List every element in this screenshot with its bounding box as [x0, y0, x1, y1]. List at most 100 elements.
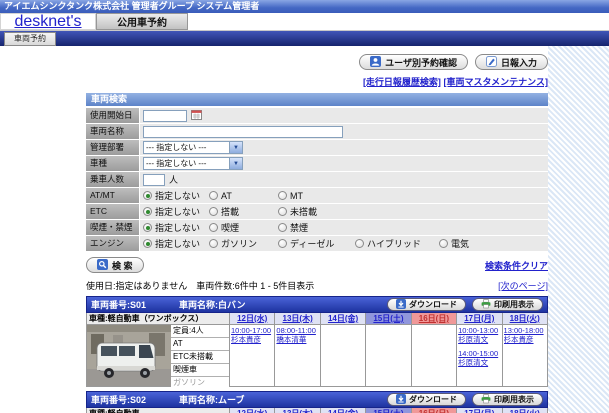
company-title: アイエムシンクタンク株式会社 管理者グループ システム管理者	[4, 1, 260, 11]
title-bar: アイエムシンクタンク株式会社 管理者グループ システム管理者	[0, 0, 609, 13]
radio-option[interactable]: 指定しない	[143, 221, 205, 234]
print-view-button[interactable]: 印刷用表示	[472, 393, 543, 406]
reservation-user-link[interactable]: 杉本貴彦	[231, 335, 274, 344]
toolbar: ユーザ別予約確認 日報入力	[86, 54, 548, 70]
day-link[interactable]: 12日(水)	[237, 314, 267, 323]
field-label: 管理部署	[86, 140, 139, 155]
radio-icon	[278, 223, 287, 232]
form-row-car-type: 車種 --- 指定しない --- ▼	[86, 156, 548, 171]
radio-option[interactable]: 未搭載	[278, 205, 351, 218]
reservation-time-link[interactable]: 10:00-17:00	[231, 326, 274, 335]
form-row-start-date: 使用開始日	[86, 108, 548, 123]
app-tab[interactable]: 公用車予約	[96, 13, 188, 30]
day-link[interactable]: 16日(日)	[419, 314, 449, 323]
field-label: AT/MT	[86, 188, 139, 203]
daily-report-button[interactable]: 日報入力	[474, 54, 548, 70]
day-link[interactable]: 13日(木)	[283, 409, 313, 413]
day-link[interactable]: 18日(火)	[510, 409, 540, 413]
start-date-input[interactable]	[143, 109, 187, 122]
radio-icon	[278, 239, 287, 248]
day-link[interactable]: 14日(金)	[328, 409, 358, 413]
chevron-down-icon: ▼	[229, 158, 242, 169]
passengers-input[interactable]	[143, 173, 165, 186]
radio-option[interactable]: 禁煙	[278, 221, 351, 234]
day-column-sunday: 16日(日)	[411, 408, 458, 413]
day-link[interactable]: 16日(日)	[419, 409, 449, 413]
download-icon	[396, 298, 406, 311]
day-link[interactable]: 18日(火)	[510, 314, 540, 323]
download-button[interactable]: ダウンロード	[387, 393, 466, 406]
vehicle-photo	[87, 325, 171, 386]
reservation-user-link[interactable]: 杉原清文	[458, 358, 501, 367]
spec-smoking: 喫煙車	[171, 364, 229, 377]
search-button[interactable]: 検 索	[86, 257, 144, 273]
day-link[interactable]: 13日(木)	[283, 314, 313, 323]
radio-option[interactable]: 指定しない	[143, 205, 205, 218]
search-icon	[97, 258, 108, 272]
radio-icon	[143, 239, 152, 248]
radio-option[interactable]: 喫煙	[209, 221, 274, 234]
reservation-user-link[interactable]: 杉原清文	[458, 335, 501, 344]
vehicle-number: 車両番号:S02	[91, 395, 147, 405]
reservation-user-link[interactable]: 杉本貴彦	[504, 335, 547, 344]
clear-search-link[interactable]: 検索条件クリア	[485, 259, 548, 272]
download-button[interactable]: ダウンロード	[387, 298, 466, 311]
radio-option[interactable]: 指定しない	[143, 237, 205, 250]
day-header: 16日(日)	[411, 313, 457, 325]
day-column: 12日(水) 10:00-17:00 杉本貴彦	[230, 313, 276, 386]
radio-option[interactable]: AT	[209, 191, 274, 201]
desknet-link[interactable]: desknet's	[14, 13, 81, 31]
department-select[interactable]: --- 指定しない --- ▼	[143, 141, 243, 154]
day-body: 08:00-11:00 橋本清華	[275, 325, 320, 386]
radio-option[interactable]: ディーゼル	[278, 237, 351, 250]
radio-icon	[209, 191, 218, 200]
radio-option[interactable]: 指定しない	[143, 189, 205, 202]
day-link[interactable]: 17日(月)	[464, 409, 494, 413]
print-view-button[interactable]: 印刷用表示	[472, 298, 543, 311]
radio-option[interactable]: ハイブリッド	[355, 237, 435, 250]
radio-icon	[143, 191, 152, 200]
day-column-saturday: 15日(土)	[366, 313, 412, 386]
day-header: 18日(火)	[502, 313, 547, 325]
user-reservation-button[interactable]: ユーザ別予約確認	[359, 54, 468, 70]
day-body: 10:00-13:00 杉原清文 14:00-15:00 杉原清文	[457, 325, 502, 386]
vehicle-master-link[interactable]: [車両マスタメンテナンス]	[443, 77, 548, 87]
quick-links: [走行日報履歴検索] [車両マスタメンテナンス]	[86, 75, 548, 88]
calendar-icon[interactable]	[191, 109, 202, 122]
reservation-time-link[interactable]: 08:00-11:00	[276, 326, 319, 335]
desknet-cell: desknet's	[0, 13, 96, 30]
results-summary: 使用日:指定はありません 車両件数:6件中 1 - 5件目表示	[86, 281, 315, 291]
radio-option[interactable]: 電気	[439, 237, 469, 250]
vehicle-type: 車種:軽自動車	[87, 408, 229, 413]
user-icon	[370, 55, 382, 69]
report-history-link[interactable]: [走行日報履歴検索]	[363, 77, 441, 87]
day-link[interactable]: 14日(金)	[328, 314, 358, 323]
car-type-select[interactable]: --- 指定しない --- ▼	[143, 157, 243, 170]
day-link[interactable]: 12日(水)	[237, 409, 267, 413]
tab-vehicle-reservation[interactable]: 車両予約	[4, 32, 56, 46]
day-body	[411, 325, 457, 386]
day-header: 14日(金)	[320, 313, 366, 325]
radio-option[interactable]: ガソリン	[209, 237, 274, 250]
reservation-time-link[interactable]: 13:00-18:00	[504, 326, 547, 335]
field-label: ETC	[86, 204, 139, 219]
next-page-link[interactable]: [次のページ]	[498, 279, 548, 292]
radio-option[interactable]: MT	[278, 191, 351, 201]
download-icon	[396, 393, 406, 406]
search-actions: 検 索 検索条件クリア	[86, 257, 548, 273]
radio-option[interactable]: 搭載	[209, 205, 274, 218]
day-link[interactable]: 17日(月)	[464, 314, 494, 323]
reservation-user-link[interactable]: 橋本清華	[276, 335, 319, 344]
day-column: 13日(木)	[275, 408, 321, 413]
main-content: ユーザ別予約確認 日報入力 [走行日報履歴検索] [車両マスタメンテナンス] 車…	[86, 46, 548, 413]
day-column: 12日(水)	[230, 408, 276, 413]
spec-capacity: 定員:4人	[171, 325, 229, 338]
section-header-vehicle-search: 車両検索	[86, 93, 548, 106]
day-link[interactable]: 15日(土)	[373, 409, 403, 413]
tab-bar: desknet's 公用車予約	[0, 13, 609, 31]
vehicle-info-column: 車種:軽自動車（ワンボックス） 定員:4人 AT ETC未搭載 喫煙車 ガソリン	[87, 313, 230, 389]
reservation-time-link[interactable]: 14:00-15:00	[458, 349, 501, 358]
reservation-time-link[interactable]: 10:00-13:00	[458, 326, 501, 335]
day-link[interactable]: 15日(土)	[373, 314, 403, 323]
vehicle-name-input[interactable]	[143, 125, 343, 138]
